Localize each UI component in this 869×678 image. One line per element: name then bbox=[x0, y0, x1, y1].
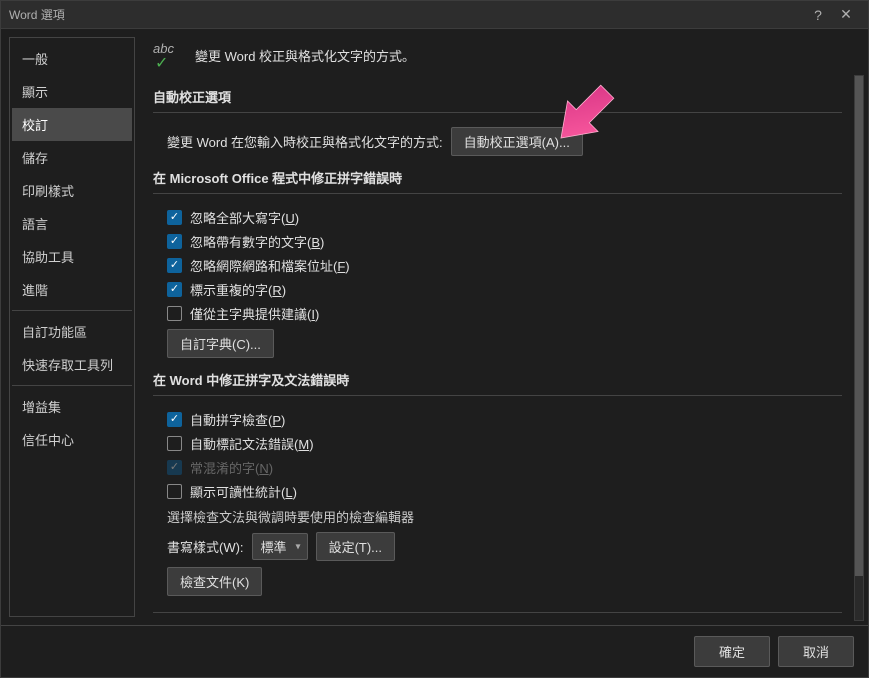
sidebar-item-typography[interactable]: 印刷樣式 bbox=[12, 174, 132, 207]
sidebar-item-accessibility[interactable]: 協助工具 bbox=[12, 240, 132, 273]
checkbox-icon bbox=[167, 460, 182, 475]
sidebar-item-display[interactable]: 顯示 bbox=[12, 75, 132, 108]
check-icon: ✓ bbox=[155, 53, 168, 73]
scrollbar[interactable] bbox=[854, 75, 864, 621]
section-word-spelling-heading: 在 Word 中修正拼字及文法錯誤時 bbox=[153, 370, 842, 389]
check-document-button[interactable]: 檢查文件(K) bbox=[167, 567, 262, 596]
checkbox-confused-words: 常混淆的字(N) bbox=[167, 458, 842, 477]
checkbox-icon[interactable] bbox=[167, 282, 182, 297]
checkbox-main-dict-only[interactable]: 僅從主字典提供建議(I) bbox=[167, 304, 842, 323]
checkbox-check-spelling[interactable]: 自動拼字檢查(P) bbox=[167, 410, 842, 429]
footer: 確定 取消 bbox=[1, 625, 868, 677]
checkbox-ignore-numbers[interactable]: 忽略帶有數字的文字(B) bbox=[167, 232, 842, 251]
sidebar-item-trust-center[interactable]: 信任中心 bbox=[12, 423, 132, 456]
sidebar-divider bbox=[12, 310, 132, 311]
sidebar: 一般 顯示 校訂 儲存 印刷樣式 語言 協助工具 進階 自訂功能區 快速存取工具… bbox=[9, 37, 135, 617]
checkbox-icon[interactable] bbox=[167, 306, 182, 321]
checkbox-icon[interactable] bbox=[167, 258, 182, 273]
autocorrect-desc: 變更 Word 在您輸入時校正與格式化文字的方式: bbox=[167, 132, 443, 151]
help-icon[interactable]: ? bbox=[804, 1, 832, 29]
sidebar-item-advanced[interactable]: 進階 bbox=[12, 273, 132, 306]
sidebar-item-proofing[interactable]: 校訂 bbox=[12, 108, 132, 141]
page-description: 變更 Word 校正與格式化文字的方式。 bbox=[195, 46, 415, 65]
section-autocorrect-heading: 自動校正選項 bbox=[153, 87, 842, 106]
writing-style-select[interactable]: 標準 bbox=[252, 533, 308, 560]
sidebar-item-language[interactable]: 語言 bbox=[12, 207, 132, 240]
titlebar: Word 選項 ? ✕ bbox=[1, 1, 868, 29]
window-title: Word 選項 bbox=[9, 6, 804, 23]
checkbox-icon[interactable] bbox=[167, 412, 182, 427]
checkbox-mark-grammar[interactable]: 自動標記文法錯誤(M) bbox=[167, 434, 842, 453]
sidebar-item-save[interactable]: 儲存 bbox=[12, 141, 132, 174]
checkbox-icon[interactable] bbox=[167, 484, 182, 499]
close-icon[interactable]: ✕ bbox=[832, 1, 860, 29]
sidebar-item-addins[interactable]: 增益集 bbox=[12, 390, 132, 423]
writing-style-label: 書寫樣式(W): bbox=[167, 537, 244, 556]
checkbox-flag-repeated[interactable]: 標示重複的字(R) bbox=[167, 280, 842, 299]
checker-desc: 選擇檢查文法與微調時要使用的檢查編輯器 bbox=[167, 507, 842, 526]
cancel-button[interactable]: 取消 bbox=[778, 636, 854, 667]
checkbox-ignore-urls[interactable]: 忽略網際網路和檔案位址(F) bbox=[167, 256, 842, 275]
scrollbar-thumb[interactable] bbox=[855, 76, 863, 576]
main-panel: abc ✓ 變更 Word 校正與格式化文字的方式。 自動校正選項 變更 Wor… bbox=[135, 29, 868, 625]
checkbox-readability-stats[interactable]: 顯示可讀性統計(L) bbox=[167, 482, 842, 501]
sidebar-item-customize-ribbon[interactable]: 自訂功能區 bbox=[12, 315, 132, 348]
proofing-icon: abc ✓ bbox=[153, 41, 185, 69]
checkbox-ignore-uppercase[interactable]: 忽略全部大寫字(U) bbox=[167, 208, 842, 227]
section-office-spelling-heading: 在 Microsoft Office 程式中修正拼字錯誤時 bbox=[153, 168, 842, 187]
checkbox-icon[interactable] bbox=[167, 234, 182, 249]
checkbox-icon[interactable] bbox=[167, 210, 182, 225]
sidebar-item-general[interactable]: 一般 bbox=[12, 42, 132, 75]
sidebar-item-quick-access[interactable]: 快速存取工具列 bbox=[12, 348, 132, 381]
checkbox-icon[interactable] bbox=[167, 436, 182, 451]
ok-button[interactable]: 確定 bbox=[694, 636, 770, 667]
sidebar-divider bbox=[12, 385, 132, 386]
custom-dictionaries-button[interactable]: 自訂字典(C)... bbox=[167, 329, 274, 358]
settings-button[interactable]: 設定(T)... bbox=[316, 532, 395, 561]
autocorrect-options-button[interactable]: 自動校正選項(A)... bbox=[451, 127, 583, 156]
